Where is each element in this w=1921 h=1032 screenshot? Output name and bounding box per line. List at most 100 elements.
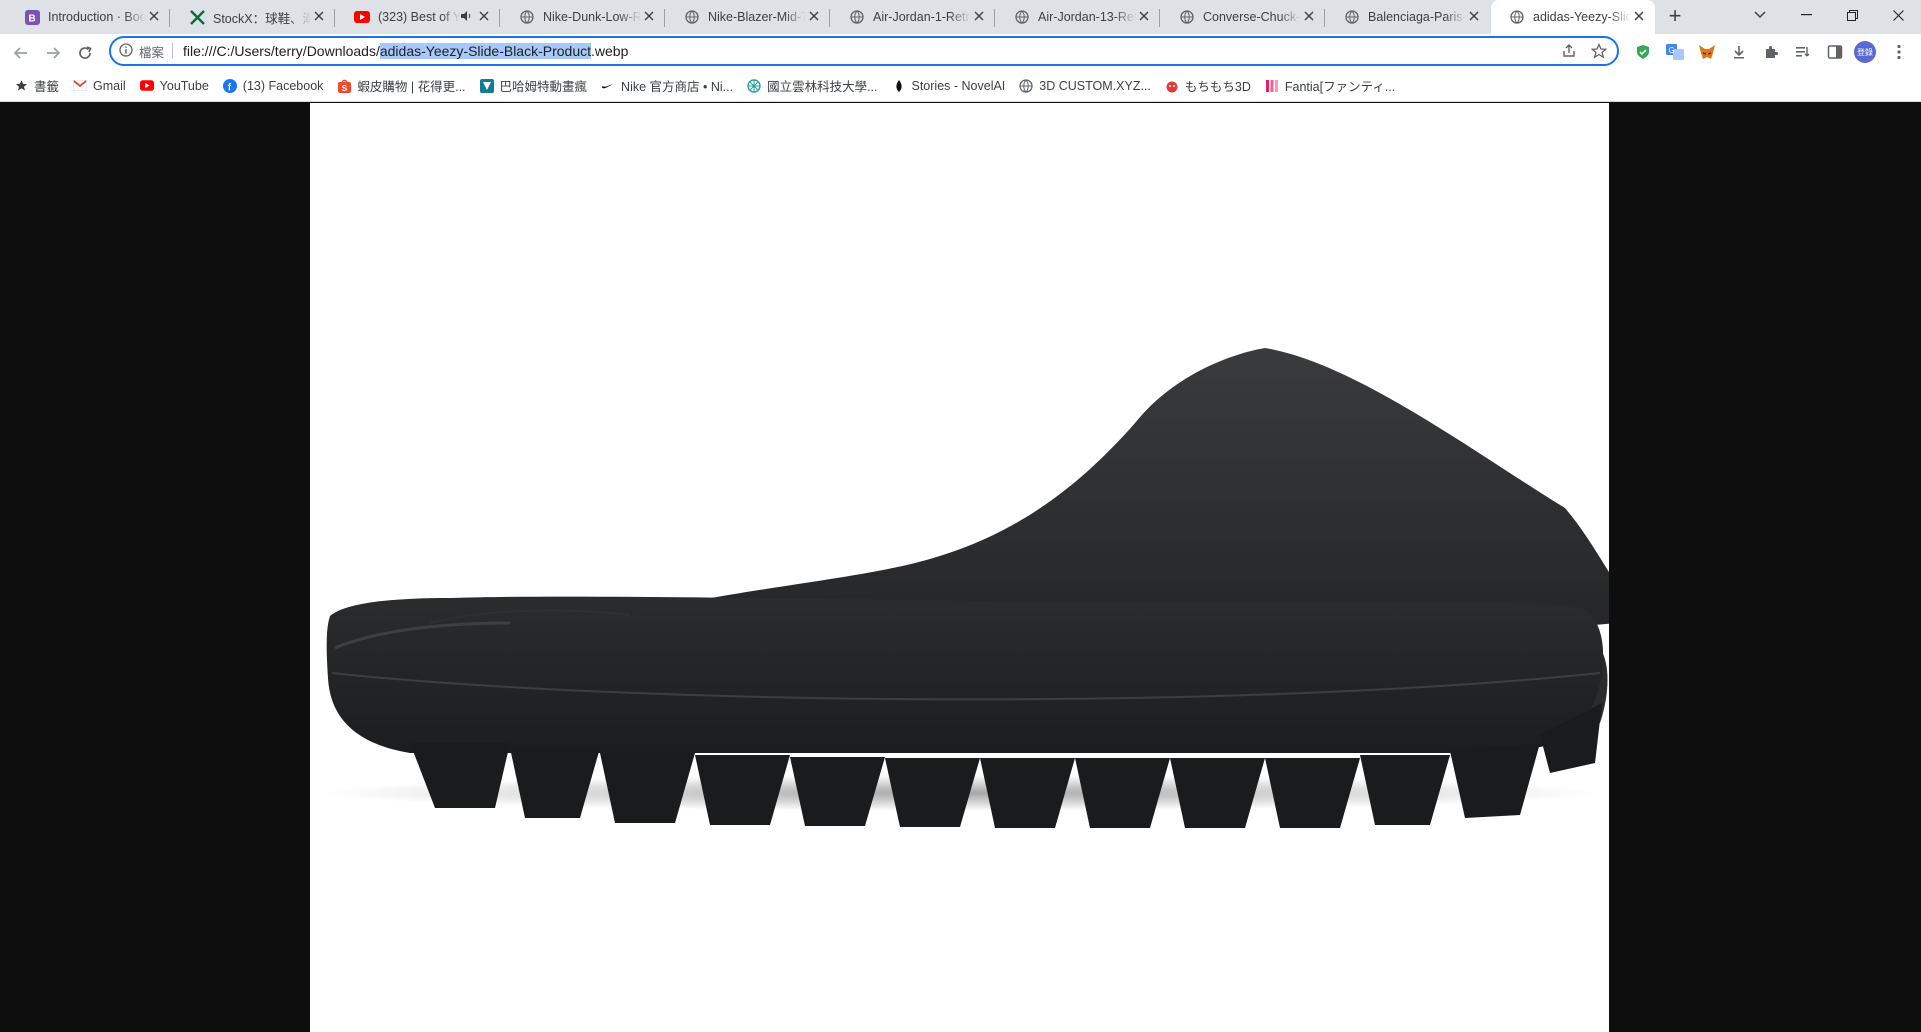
tab-6[interactable]: Air-Jordan-1-Retro — [831, 0, 995, 34]
translate-extension-icon[interactable]: G — [1665, 42, 1685, 62]
shield-extension-icon[interactable] — [1633, 42, 1653, 62]
globe-icon — [519, 9, 535, 25]
bookmark-item[interactable]: S 蝦皮購物 | 花得更... — [337, 76, 466, 95]
bookmark-star-icon[interactable] — [1590, 42, 1608, 62]
bookmark-label: Nike 官方商店 • Ni... — [621, 80, 734, 94]
close-tab-icon[interactable] — [641, 9, 657, 25]
bookmark-item[interactable]: Stories - NovelAI — [892, 79, 1005, 93]
globe-icon — [1509, 9, 1525, 25]
minimize-button[interactable] — [1783, 0, 1829, 30]
tab-separator — [664, 9, 665, 27]
share-icon[interactable] — [1561, 43, 1577, 62]
close-window-button[interactable] — [1875, 0, 1921, 30]
tab-search-icon[interactable] — [1737, 0, 1783, 30]
tab-title: Nike-Blazer-Mid-77 — [708, 10, 806, 24]
bookmark-item[interactable]: f (13) Facebook — [222, 78, 323, 93]
svg-text:B: B — [28, 13, 35, 24]
extensions-puzzle-icon[interactable] — [1761, 42, 1781, 62]
reload-icon — [79, 46, 92, 59]
menu-kebab-icon[interactable] — [1889, 42, 1909, 62]
download-icon[interactable] — [1729, 42, 1749, 62]
tab-5[interactable]: Nike-Blazer-Mid-77 — [666, 0, 830, 34]
bookmark-label: もちもち3D — [1184, 80, 1251, 94]
info-icon[interactable] — [119, 42, 133, 60]
back-arrow-icon — [13, 47, 27, 59]
slide-sandal-illustration — [320, 348, 1609, 828]
bookmark-label: 蝦皮購物 | 花得更... — [357, 80, 466, 94]
bookmark-item[interactable]: もちもち3D — [1165, 76, 1251, 95]
reload-button[interactable] — [72, 40, 98, 66]
bookmark-item[interactable]: 國立雲林科技大學... — [747, 76, 878, 95]
tab-9[interactable]: Balenciaga-Paris-Sneaker — [1326, 0, 1490, 34]
bookmark-item[interactable]: 3D CUSTOM.XYZ... — [1019, 79, 1151, 93]
tab-3[interactable]: (323) Best of YouTube — [336, 0, 500, 34]
speaker-icon[interactable] — [460, 10, 472, 25]
bookmark-item[interactable]: 巴哈姆特動畫瘋 — [479, 76, 588, 95]
svg-text:G: G — [1669, 46, 1675, 55]
star-icon — [14, 79, 28, 93]
profile-initials: 登錄 — [1857, 47, 1873, 57]
url-selected: adidas-Yeezy-Slide-Black-Product — [379, 43, 592, 59]
facebook-icon: f — [222, 78, 237, 93]
close-tab-icon[interactable] — [311, 9, 327, 25]
close-tab-icon[interactable] — [476, 9, 492, 25]
tab-7[interactable]: Air-Jordan-13-Retro — [996, 0, 1160, 34]
url-suffix: .webp — [591, 43, 629, 59]
restore-button[interactable] — [1829, 0, 1875, 30]
close-tab-icon[interactable] — [806, 9, 822, 25]
close-tab-icon[interactable] — [1466, 9, 1482, 25]
back-button[interactable] — [8, 40, 34, 66]
tab-4[interactable]: Nike-Dunk-Low-Retro — [501, 0, 665, 34]
tab-separator — [829, 9, 830, 27]
mochi-icon — [1165, 79, 1179, 93]
yuntech-icon — [747, 78, 761, 93]
close-tab-icon[interactable] — [1301, 9, 1317, 25]
new-tab-button[interactable]: + — [1663, 5, 1687, 29]
reading-list-icon[interactable] — [1793, 42, 1813, 62]
tab-title: adidas-Yeezy-Slide-Black — [1533, 10, 1631, 24]
shopee-icon: S — [337, 79, 351, 93]
metamask-fox-icon[interactable] — [1697, 42, 1717, 62]
bahamut-icon — [479, 78, 494, 93]
bookmark-label: YouTube — [159, 78, 209, 93]
bookmark-label: 巴哈姆特動畫瘋 — [499, 80, 588, 94]
browser-toolbar: 檔案 file:///C:/Users/terry/Downloads/adid… — [0, 34, 1921, 70]
bookmark-label: 國立雲林科技大學... — [767, 80, 878, 94]
product-image — [310, 103, 1609, 1032]
forward-arrow-icon — [47, 47, 61, 59]
url-text[interactable]: file:///C:/Users/terry/Downloads/adidas-… — [183, 43, 628, 59]
bookmark-item[interactable]: Fantia[ファンティ... — [1265, 76, 1395, 95]
tab-2[interactable]: StockX：球鞋、潮流 — [171, 0, 335, 34]
window-controls — [1737, 0, 1921, 34]
close-tab-icon[interactable] — [146, 9, 162, 25]
tab-title: (323) Best of YouTube — [378, 10, 460, 24]
tab-10[interactable]: adidas-Yeezy-Slide-Black — [1491, 0, 1655, 34]
svg-text:S: S — [342, 84, 348, 93]
image-viewer — [0, 103, 1921, 1032]
close-tab-icon[interactable] — [971, 9, 987, 25]
gmail-icon — [73, 79, 88, 93]
close-tab-icon[interactable] — [1631, 9, 1647, 25]
globe-icon — [1344, 9, 1360, 25]
address-bar[interactable]: 檔案 file:///C:/Users/terry/Downloads/adid… — [109, 36, 1619, 66]
forward-button[interactable] — [40, 40, 66, 66]
stockx-icon — [189, 9, 205, 25]
bookmark-item[interactable]: 書籤 — [14, 76, 59, 95]
tab-title: Air-Jordan-1-Retro — [873, 10, 971, 24]
fantia-icon — [1265, 79, 1279, 93]
bookmark-item[interactable]: Gmail — [73, 79, 126, 93]
bookmark-item[interactable]: Nike 官方商店 • Ni... — [601, 76, 733, 95]
tab-separator — [1324, 9, 1325, 27]
tab-8[interactable]: Converse-Chuck-Taylor — [1161, 0, 1325, 34]
tab-title: Nike-Dunk-Low-Retro — [543, 10, 641, 24]
bookmark-item[interactable]: YouTube — [139, 78, 209, 93]
tab-separator — [169, 9, 170, 27]
tab-1[interactable]: B Introduction · Bootstrap — [6, 0, 170, 34]
youtube-icon — [139, 79, 154, 93]
novelai-icon — [892, 79, 906, 93]
close-tab-icon[interactable] — [1136, 9, 1152, 25]
globe-icon — [1014, 9, 1030, 25]
side-panel-icon[interactable] — [1825, 42, 1845, 62]
profile-avatar[interactable]: 登錄 — [1854, 41, 1876, 63]
tab-title: Air-Jordan-13-Retro — [1038, 10, 1136, 24]
